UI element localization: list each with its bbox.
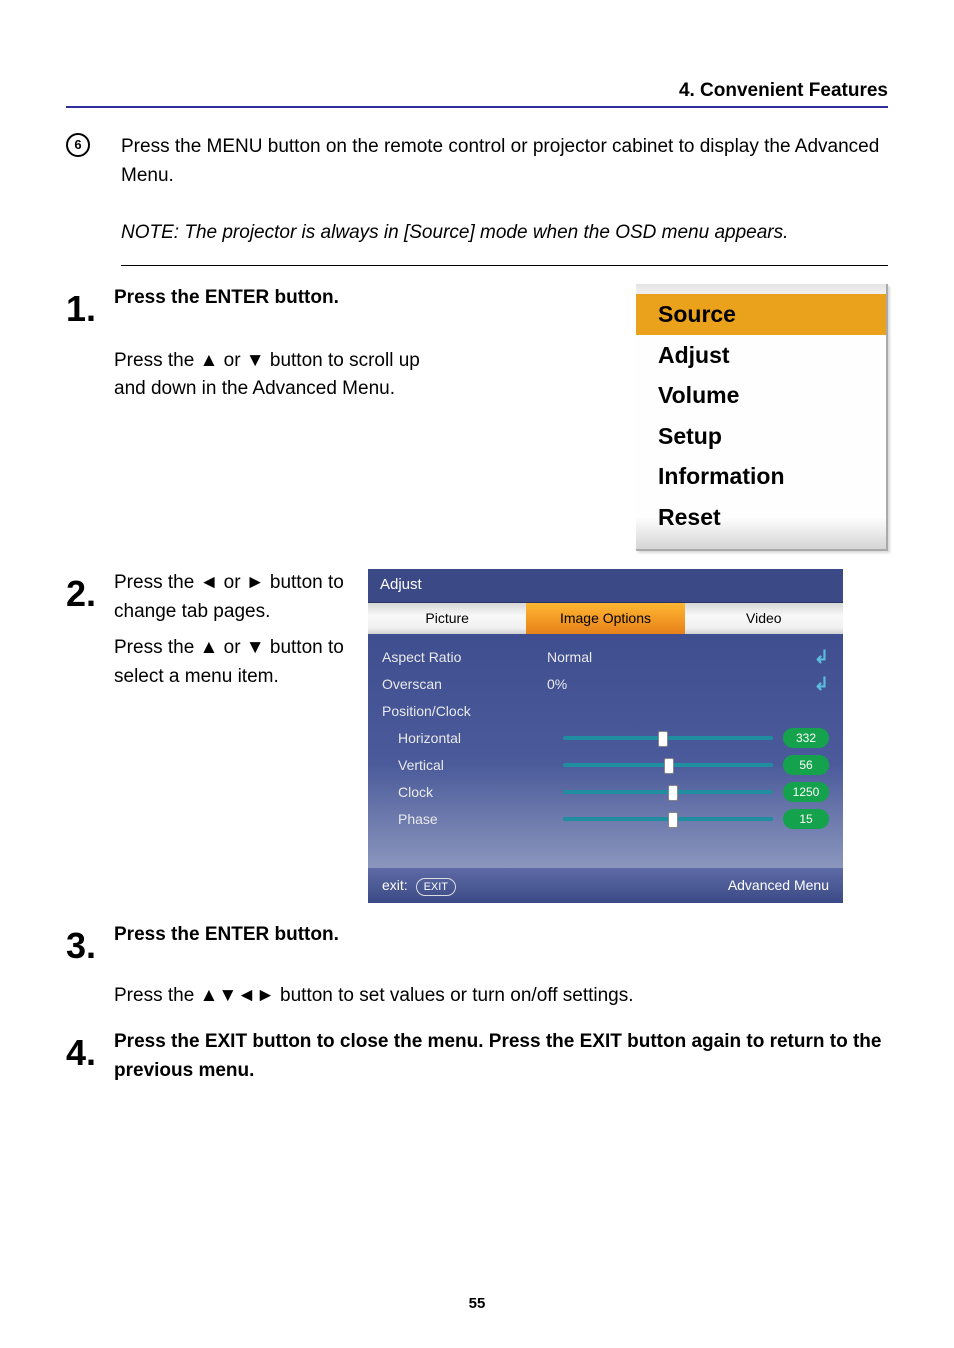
source-menu-item[interactable]: Information [636, 456, 886, 497]
clock-label: Clock [382, 782, 563, 803]
source-menu-item[interactable]: Source [636, 294, 886, 335]
overscan-label: Overscan [382, 674, 547, 695]
adjust-tabs: Picture Image Options Video [368, 603, 843, 634]
source-menu[interactable]: Source Adjust Volume Setup Information R… [636, 284, 888, 551]
step1-number: 1. [66, 284, 114, 551]
overscan-value[interactable]: 0% [547, 674, 707, 695]
step1-line2: Press the ▲ or ▼ button to scroll up and… [114, 347, 424, 404]
divider [121, 265, 888, 266]
horizontal-value: 332 [783, 728, 829, 748]
horizontal-label: Horizontal [382, 728, 563, 749]
clock-value: 1250 [783, 782, 829, 802]
enter-icon: ↲ [814, 671, 829, 698]
step3-line2: Press the ▲▼◄► button to set values or t… [114, 982, 888, 1011]
step2-number: 2. [66, 569, 114, 903]
exit-label: exit: [382, 877, 408, 893]
source-menu-item[interactable]: Adjust [636, 335, 886, 376]
clock-slider[interactable]: 1250 [563, 782, 829, 802]
vertical-value: 56 [783, 755, 829, 775]
phase-slider[interactable]: 15 [563, 809, 829, 829]
aspect-ratio-value[interactable]: Normal [547, 647, 707, 668]
vertical-label: Vertical [382, 755, 563, 776]
aspect-ratio-label: Aspect Ratio [382, 647, 547, 668]
step3-line1: Press the ENTER button. [114, 921, 888, 950]
enter-icon: ↲ [814, 644, 829, 671]
source-menu-item[interactable]: Setup [636, 416, 886, 457]
phase-value: 15 [783, 809, 829, 829]
step1-line1: Press the ENTER button. [114, 284, 424, 313]
tab-picture[interactable]: Picture [368, 603, 526, 634]
step2-line1: Press the ◄ or ► button to change tab pa… [114, 569, 344, 626]
vertical-slider[interactable]: 56 [563, 755, 829, 775]
source-menu-item[interactable]: Reset [636, 497, 886, 538]
tab-image-options[interactable]: Image Options [526, 603, 684, 634]
phase-label: Phase [382, 809, 563, 830]
position-clock-label: Position/Clock [382, 701, 547, 722]
tab-video[interactable]: Video [685, 603, 843, 634]
adjust-panel: Adjust Picture Image Options Video Aspec… [368, 569, 843, 903]
step4-text: Press the EXIT button to close the menu.… [114, 1028, 888, 1085]
exit-button[interactable]: EXIT [416, 878, 456, 897]
intro-note: NOTE: The projector is always in [Source… [121, 219, 888, 248]
step3-number: 3. [66, 921, 114, 1010]
intro-text: Press the MENU button on the remote cont… [121, 133, 888, 190]
horizontal-slider[interactable]: 332 [563, 728, 829, 748]
page-number: 55 [0, 1295, 954, 1312]
menu-mode: Advanced Menu [728, 875, 829, 897]
section-title: 4. Convenient Features [66, 80, 888, 108]
source-menu-item[interactable]: Volume [636, 375, 886, 416]
step2-line2: Press the ▲ or ▼ button to select a menu… [114, 634, 344, 691]
adjust-title: Adjust [368, 569, 843, 603]
step4-number: 4. [66, 1028, 114, 1085]
bullet-number: 6 [66, 133, 90, 157]
